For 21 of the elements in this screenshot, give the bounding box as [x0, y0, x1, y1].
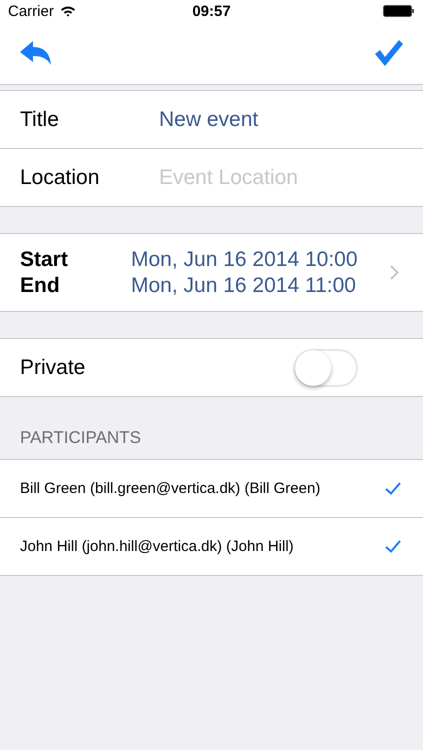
input-field[interactable]: New event [159, 108, 403, 132]
start-date: Mon, Jun 16 2014 10:00 [131, 246, 359, 272]
carrier-name: Carrier [8, 2, 54, 20]
battery-icon [383, 5, 415, 17]
toggle-switch[interactable] [294, 348, 358, 386]
back-icon[interactable] [20, 41, 52, 65]
field-label: Title [20, 108, 60, 132]
chevron-icon [390, 265, 399, 280]
end-label: End [20, 272, 61, 298]
participant-item[interactable]: John Hill (john.hill@vertica.dk) (John Hill) [0, 517, 423, 575]
wifi-icon [60, 5, 76, 17]
private-label: Private [20, 356, 86, 380]
checkmark-icon[interactable] [375, 40, 403, 66]
start-label: Start [20, 246, 69, 272]
date-range-row[interactable]: Start End Mon, Jun 16 2014 10:00 Mon, Jun 16 2014 11:00 [0, 234, 423, 311]
field-label: Location [20, 166, 100, 190]
end-date: Mon, Jun 16 2014 11:00 [131, 272, 357, 298]
section-header: PARTICIPANTS [20, 428, 141, 448]
participant-item[interactable]: Bill Green (bill.green@vertica.dk) (Bill Green) [0, 460, 423, 517]
input-field[interactable]: Event Location [159, 166, 403, 190]
clock-time: 09:57 [192, 2, 231, 20]
